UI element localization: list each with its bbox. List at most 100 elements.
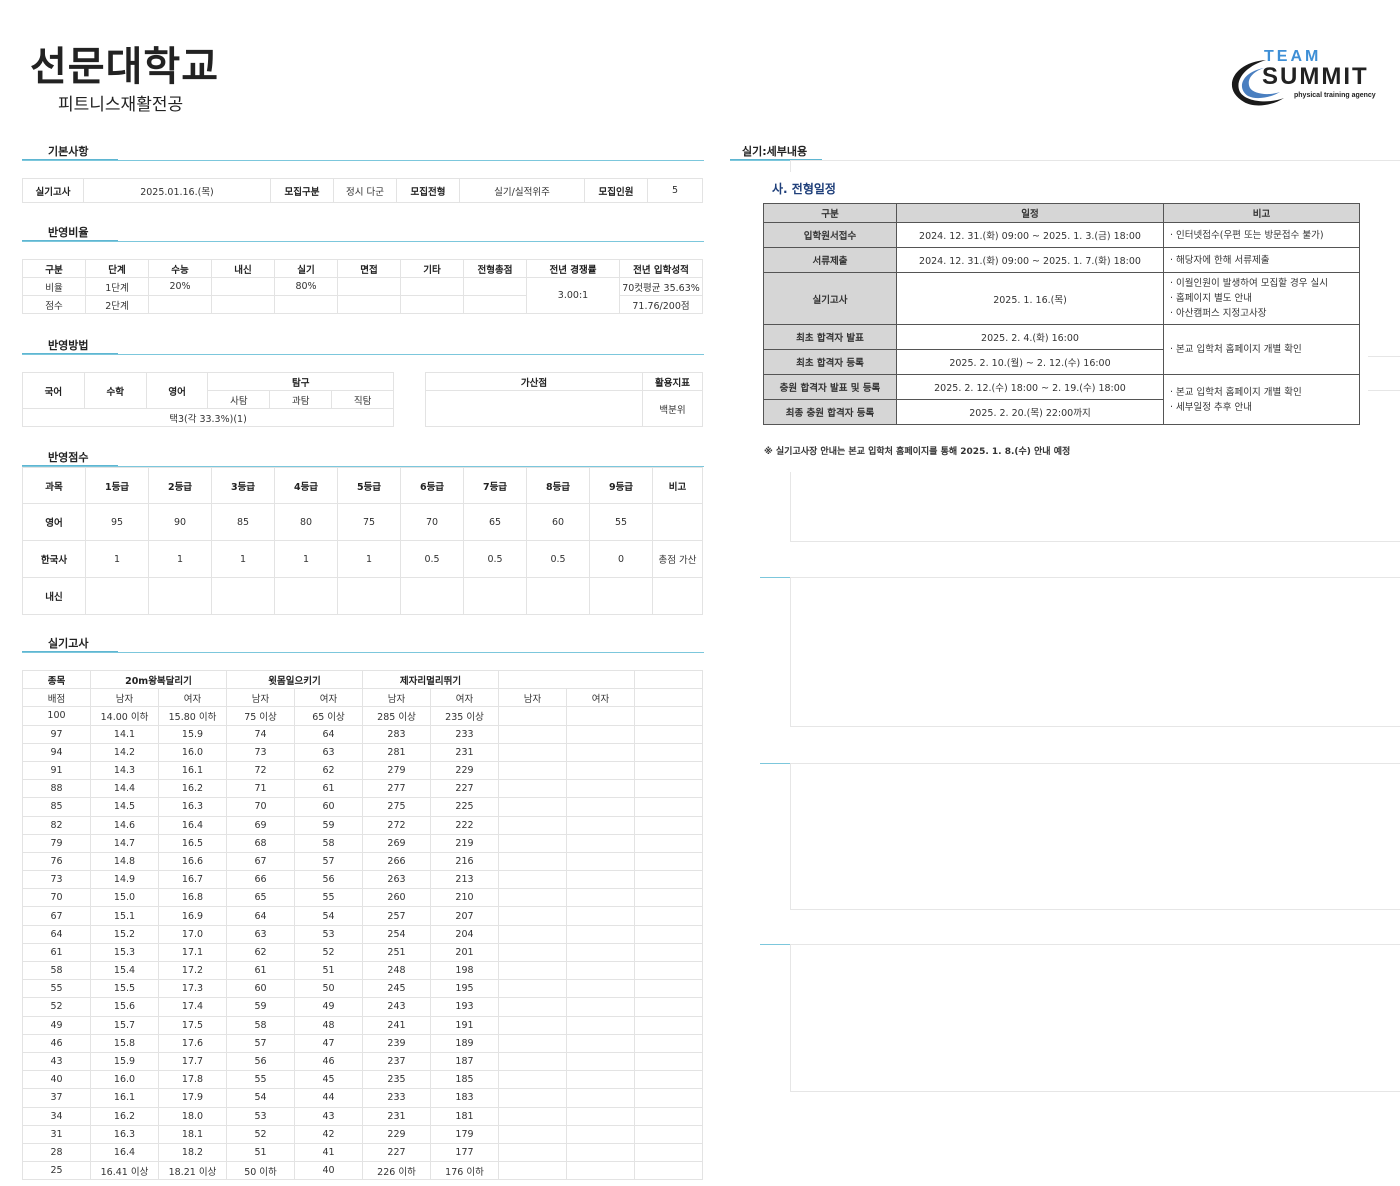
practical-cell: 49: [294, 997, 363, 1017]
practical-cell: 191: [430, 1015, 499, 1035]
practical-empty-cell: [566, 1070, 635, 1090]
practical-empty-cell: [634, 942, 703, 963]
practical-cell: 69: [226, 815, 295, 835]
practical-cell: 17.8: [158, 1070, 227, 1090]
practical-cell: 16.2: [158, 779, 227, 799]
practical-cell: 179: [430, 1124, 499, 1144]
score-table: 과목 1등급 2등급 3등급 4등급 5등급 6등급 7등급 8등급 9등급 비고 영어 95 90 85…: [22, 467, 703, 615]
practical-cell: 40: [294, 1161, 363, 1181]
practical-cell: 71: [226, 779, 295, 799]
score-cell: [274, 577, 338, 615]
practical-cell: 222: [430, 815, 499, 835]
score-header-10: 비고: [652, 467, 703, 504]
practical-cell: 17.5: [158, 1015, 227, 1035]
score-cell: 1: [85, 540, 149, 578]
ratio-h4: 실기: [274, 259, 338, 278]
ratio-h0: 구분: [22, 259, 86, 278]
method-kor: 국어: [22, 372, 85, 409]
practical-cell: 14.7: [90, 833, 159, 853]
practical-cell: 18.0: [158, 1106, 227, 1126]
practical-empty-cell: [634, 888, 703, 908]
practical-empty-cell: [634, 815, 703, 835]
practical-score: 61: [22, 942, 91, 963]
practical-cell: 50: [294, 979, 363, 999]
practical-empty-cell: [566, 1088, 635, 1108]
practical-cell: 18.21 이상: [158, 1161, 227, 1181]
practical-cell: 226 이하: [362, 1161, 431, 1181]
sched-label-3: 최초 합격자 발표: [763, 324, 897, 350]
basic-track-label: 모집전형: [396, 178, 460, 203]
sched-label-0: 입학원서접수: [763, 222, 897, 248]
practical-cell: 17.1: [158, 942, 227, 963]
ratio-r1-6: [400, 277, 464, 296]
sched-date-3: 2025. 2. 4.(화) 16:00: [896, 324, 1164, 350]
practical-row: 88 14.4 16.2 71 61 277 227: [22, 779, 703, 799]
practical-empty-cell: [634, 979, 703, 999]
practical-cell: 15.2: [90, 924, 159, 944]
sched-label-5: 충원 합격자 발표 및 등록: [763, 374, 897, 400]
practical-cell: 51: [226, 1142, 295, 1163]
practical-cell: 62: [294, 760, 363, 781]
practical-empty-cell: [566, 997, 635, 1017]
ratio-r2-4: [274, 295, 338, 314]
schedule-table: 구분 일정 비고 입학원서접수 2024. 12. 31.(화) 09:00 ~…: [763, 203, 1360, 425]
university-title: 선문대학교: [30, 44, 219, 90]
ratio-h6: 기타: [400, 259, 464, 278]
practical-cell: 17.4: [158, 997, 227, 1017]
practical-empty-cell: [566, 1124, 635, 1144]
score-cell: 60: [526, 503, 590, 541]
score-cell: 1: [211, 540, 275, 578]
schedule-panel: 사. 전형일정 구분 일정 비고 입학원서접수 2024. 12. 31.(화)…: [760, 172, 1368, 472]
practical-cell: 16.9: [158, 906, 227, 926]
practical-empty-cell: [498, 779, 567, 799]
practical-cell: 46: [294, 1051, 363, 1072]
practical-cell: 14.6: [90, 815, 159, 835]
practical-cell: 64: [294, 724, 363, 744]
practical-score: 52: [22, 997, 91, 1017]
prac-event-empty: [498, 669, 635, 690]
ratio-r1-4: 80%: [274, 277, 338, 296]
practical-cell: 52: [226, 1124, 295, 1144]
ratio-r1-3: [211, 277, 275, 296]
practical-score: 55: [22, 979, 91, 999]
practical-cell: 235 이상: [430, 706, 499, 726]
score-header-8: 8등급: [526, 467, 590, 504]
section-method-title: 반영방법: [48, 339, 89, 352]
practical-cell: 53: [294, 924, 363, 944]
prac-female-0: 여자: [158, 688, 227, 708]
practical-cell: 62: [226, 942, 295, 963]
practical-cell: 67: [226, 851, 295, 872]
practical-empty-cell: [566, 851, 635, 872]
practical-cell: 193: [430, 997, 499, 1017]
basic-type-value: 정시 다군: [333, 178, 397, 203]
practical-row: 25 16.41 이상 18.21 이상 50 이하 40 226 이하 176 이하: [22, 1161, 703, 1181]
practical-cell: 263: [362, 870, 431, 890]
practical-cell: 235: [362, 1070, 431, 1090]
section-score-title: 반영점수: [48, 451, 89, 464]
logo-tagline: physical training agency: [1294, 92, 1376, 99]
ratio-r1-0: 비율: [22, 277, 86, 296]
practical-row: 49 15.7 17.5 58 48 241 191: [22, 1015, 703, 1035]
prac-male-1: 남자: [226, 688, 295, 708]
practical-cell: 257: [362, 906, 431, 926]
practical-cell: 14.3: [90, 760, 159, 781]
practical-row: 28 16.4 18.2 51 41 227 177: [22, 1142, 703, 1163]
practical-cell: 231: [430, 742, 499, 762]
score-cell: 70: [400, 503, 464, 541]
practical-empty-cell: [634, 1070, 703, 1090]
practical-row: 52 15.6 17.4 59 49 243 193: [22, 997, 703, 1017]
practical-empty-cell: [634, 779, 703, 799]
practical-row: 67 15.1 16.9 64 54 257 207: [22, 906, 703, 926]
practical-cell: 15.7: [90, 1015, 159, 1035]
practical-empty-cell: [498, 851, 567, 872]
practical-score: 49: [22, 1015, 91, 1035]
practical-cell: 233: [430, 724, 499, 744]
practical-empty-cell: [634, 1015, 703, 1035]
practical-cell: 17.6: [158, 1033, 227, 1053]
practical-cell: 17.2: [158, 960, 227, 981]
method-index-value: 백분위: [642, 390, 703, 427]
practical-cell: 54: [294, 906, 363, 926]
schedule-title: 사. 전형일정: [772, 182, 836, 196]
practical-row: 100 14.00 이하 15.80 이하 75 이상 65 이상 285 이상 235 이…: [22, 706, 703, 726]
practical-score: 94: [22, 742, 91, 762]
